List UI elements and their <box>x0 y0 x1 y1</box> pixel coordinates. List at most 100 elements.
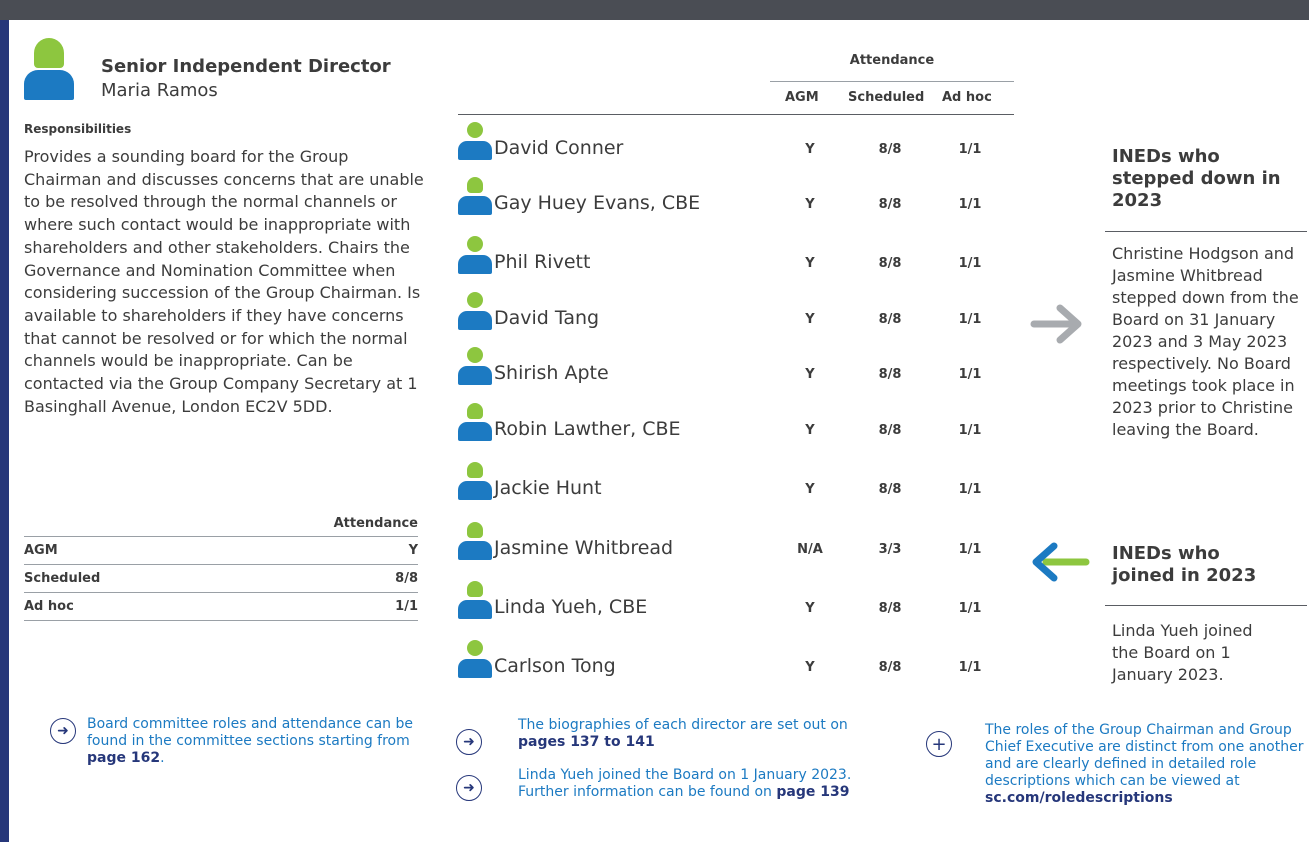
director-name: Gay Huey Evans, CBE <box>494 192 701 214</box>
table-row: Shirish Apte Y 8/8 1/1 <box>458 347 1014 402</box>
female-person-icon <box>458 581 492 619</box>
table-row: Jackie Hunt Y 8/8 1/1 <box>458 462 1014 517</box>
table-header-divider <box>458 114 1014 115</box>
adhoc-value: 1/1 <box>958 256 982 271</box>
adhoc-value: 1/1 <box>958 660 982 675</box>
page-link[interactable]: pages 137 to 141 <box>518 734 655 750</box>
note-role-descriptions: The roles of the Group Chairman and Grou… <box>985 722 1305 807</box>
attendance-heading: Attendance <box>849 53 935 68</box>
note-text: The roles of the Group Chairman and Grou… <box>985 722 1304 789</box>
scheduled-value: 8/8 <box>878 423 902 438</box>
agm-value: Y <box>805 367 815 382</box>
table-row: Jasmine Whitbread N/A 3/3 1/1 <box>458 522 1014 577</box>
table-row: Carlson Tong Y 8/8 1/1 <box>458 640 1014 695</box>
note-suffix: . <box>160 750 165 766</box>
arrow-right-icon <box>1030 304 1082 344</box>
arrow-right-icon[interactable]: ➜ <box>456 729 482 755</box>
sid-attendance-row: Scheduled 8/8 <box>24 564 418 592</box>
joined-divider <box>1105 605 1307 606</box>
scheduled-value: 8/8 <box>878 312 902 327</box>
responsibilities-heading: Responsibilities <box>24 122 132 136</box>
adhoc-value: 1/1 <box>958 312 982 327</box>
website-link[interactable]: sc.com/roledescriptions <box>985 790 1173 806</box>
note-text: The biographies of each director are set… <box>518 717 848 733</box>
female-person-icon <box>458 403 492 441</box>
sid-attendance-table: Attendance AGM Y Scheduled 8/8 Ad hoc 1/… <box>24 512 418 621</box>
scheduled-value: 8/8 <box>878 482 902 497</box>
joined-title: INEDs who joined in 2023 <box>1112 543 1257 586</box>
sid-attendance-row: AGM Y <box>24 536 418 564</box>
male-person-icon <box>458 236 492 274</box>
joined-text: Linda Yueh joined the Board on 1 January… <box>1112 621 1253 684</box>
agm-value: Y <box>805 423 815 438</box>
stepped-down-title: INEDs who stepped down in 2023 <box>1112 146 1281 211</box>
column-header-adhoc: Ad hoc <box>942 90 992 105</box>
director-name: David Tang <box>494 307 600 329</box>
female-person-icon <box>458 177 492 215</box>
adhoc-value: 1/1 <box>958 542 982 557</box>
agm-value: Y <box>805 601 815 616</box>
sid-title: Senior Independent Director <box>101 56 391 77</box>
adhoc-value: 1/1 <box>958 601 982 616</box>
column-header-agm: AGM <box>785 90 819 105</box>
director-name: Linda Yueh, CBE <box>494 596 648 618</box>
female-person-icon <box>24 38 76 100</box>
agm-value: Y <box>805 660 815 675</box>
agm-value: N/A <box>797 542 823 557</box>
sid-attendance-value: 8/8 <box>395 571 418 586</box>
table-row: David Tang Y 8/8 1/1 <box>458 292 1014 347</box>
sid-attendance-value: 1/1 <box>395 599 418 614</box>
scheduled-value: 8/8 <box>878 142 902 157</box>
adhoc-value: 1/1 <box>958 482 982 497</box>
director-name: Jackie Hunt <box>494 477 602 499</box>
sid-attendance-row: Ad hoc 1/1 <box>24 592 418 621</box>
male-person-icon <box>458 640 492 678</box>
page-link[interactable]: page 162 <box>87 750 160 766</box>
arrow-left-icon <box>1032 542 1090 582</box>
agm-value: Y <box>805 142 815 157</box>
male-person-icon <box>458 122 492 160</box>
scheduled-value: 8/8 <box>878 601 902 616</box>
director-name: David Conner <box>494 137 624 159</box>
table-row: Phil Rivett Y 8/8 1/1 <box>458 236 1014 291</box>
agm-value: Y <box>805 197 815 212</box>
scheduled-value: 8/8 <box>878 256 902 271</box>
sid-attendance-label: Ad hoc <box>24 599 74 614</box>
table-row: Linda Yueh, CBE Y 8/8 1/1 <box>458 581 1014 636</box>
scheduled-value: 8/8 <box>878 367 902 382</box>
table-row: Gay Huey Evans, CBE Y 8/8 1/1 <box>458 177 1014 232</box>
male-person-icon <box>458 292 492 330</box>
director-name: Jasmine Whitbread <box>494 537 674 559</box>
sid-name: Maria Ramos <box>101 80 218 101</box>
director-name: Phil Rivett <box>494 251 591 273</box>
top-bar <box>0 0 1309 20</box>
director-name: Robin Lawther, CBE <box>494 418 681 440</box>
attendance-divider <box>770 81 1014 82</box>
page-link[interactable]: page 139 <box>776 784 849 800</box>
note-linda-yueh: Linda Yueh joined the Board on 1 January… <box>518 767 898 801</box>
director-name: Carlson Tong <box>494 655 616 677</box>
adhoc-value: 1/1 <box>958 197 982 212</box>
sid-attendance-label: AGM <box>24 543 58 558</box>
note-text: Board committee roles and attendance can… <box>87 716 413 749</box>
sid-attendance-value: Y <box>408 543 418 558</box>
column-header-scheduled: Scheduled <box>848 90 925 105</box>
scheduled-value: 8/8 <box>878 660 902 675</box>
male-person-icon <box>458 347 492 385</box>
note-committee-roles: Board committee roles and attendance can… <box>87 716 417 767</box>
note-biographies: The biographies of each director are set… <box>518 717 858 751</box>
arrow-right-icon[interactable]: ➜ <box>50 718 76 744</box>
scheduled-value: 3/3 <box>878 542 902 557</box>
female-person-icon <box>458 462 492 500</box>
stepped-down-divider <box>1105 231 1307 232</box>
responsibilities-text: Provides a sounding board for the Group … <box>24 147 424 416</box>
adhoc-value: 1/1 <box>958 423 982 438</box>
adhoc-value: 1/1 <box>958 367 982 382</box>
left-edge-strip <box>0 20 9 842</box>
plus-icon[interactable]: + <box>926 731 952 757</box>
sid-attendance-heading: Attendance <box>333 516 418 531</box>
arrow-right-icon[interactable]: ➜ <box>456 775 482 801</box>
director-name: Shirish Apte <box>494 362 609 384</box>
agm-value: Y <box>805 482 815 497</box>
female-person-icon <box>458 522 492 560</box>
